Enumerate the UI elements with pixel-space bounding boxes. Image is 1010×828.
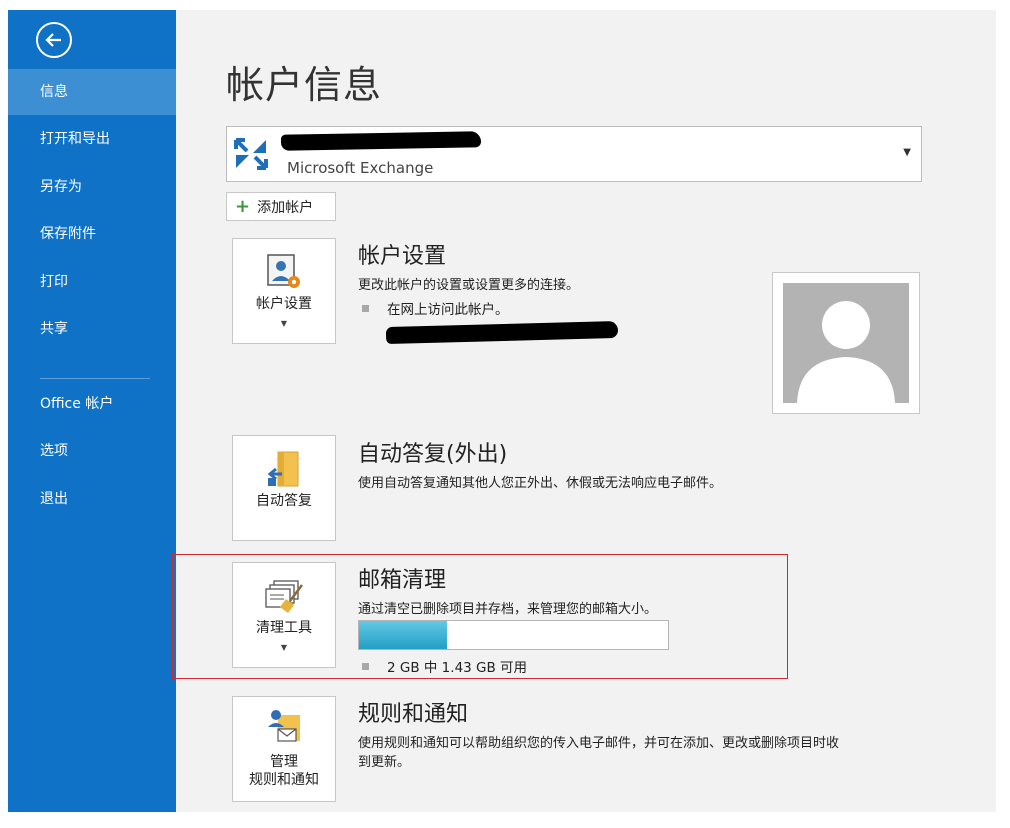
- rules-alerts-title: 规则和通知: [358, 702, 469, 727]
- avatar-placeholder-icon: [797, 301, 895, 403]
- account-type: Microsoft Exchange: [287, 159, 434, 177]
- account-settings-icon: [267, 254, 300, 288]
- manage-rules-button[interactable]: 管理 规则和通知: [232, 696, 336, 802]
- bullet-icon: [362, 304, 369, 312]
- account-info-panel: 帐户信息 Microsoft Exchange ▼ + 添加帐户 帐户设置 ▼ …: [176, 10, 996, 812]
- exchange-logo-icon: [234, 138, 268, 170]
- account-settings-title: 帐户设置: [358, 244, 447, 269]
- nav-divider: [40, 378, 150, 379]
- account-settings-button[interactable]: 帐户设置 ▼: [232, 238, 336, 344]
- auto-reply-tile-label: 自动答复: [256, 493, 312, 509]
- auto-reply-title: 自动答复(外出): [358, 442, 508, 467]
- profile-photo[interactable]: [772, 272, 920, 414]
- backstage-sidebar: 信息 打开和导出 另存为 保存附件 打印 共享 Office 帐户 选项 退出: [8, 10, 176, 812]
- caret-down-icon: ▼: [280, 319, 288, 328]
- nav-item-office-account[interactable]: Office 帐户: [8, 381, 176, 427]
- rules-alerts-desc-2: 到更新。: [358, 755, 411, 770]
- dropdown-arrow-icon: ▼: [903, 147, 911, 158]
- web-access-url-redacted[interactable]: [385, 320, 619, 345]
- nav-item-options[interactable]: 选项: [8, 428, 176, 474]
- nav-item-save-as[interactable]: 另存为: [8, 164, 176, 210]
- highlight-annotation-box: [172, 554, 788, 679]
- nav-item-exit[interactable]: 退出: [8, 476, 176, 522]
- nav-item-save-attachments[interactable]: 保存附件: [8, 211, 176, 257]
- web-access-label: 在网上访问此帐户。: [387, 302, 509, 318]
- page-title: 帐户信息: [226, 63, 383, 107]
- nav-item-info[interactable]: 信息: [8, 69, 176, 115]
- auto-reply-desc: 使用自动答复通知其他人您正外出、休假或无法响应电子邮件。: [358, 476, 723, 491]
- add-account-label: 添加帐户: [257, 199, 314, 216]
- auto-reply-icon: [267, 451, 299, 487]
- nav-item-open-export[interactable]: 打开和导出: [8, 116, 176, 162]
- add-account-button[interactable]: + 添加帐户: [226, 192, 336, 221]
- account-selector[interactable]: Microsoft Exchange ▼: [226, 126, 922, 182]
- nav-item-print[interactable]: 打印: [8, 259, 176, 305]
- plus-icon: +: [235, 195, 251, 217]
- auto-reply-button[interactable]: 自动答复: [232, 435, 336, 541]
- account-settings-desc: 更改此帐户的设置或设置更多的连接。: [358, 278, 580, 293]
- manage-rules-tile-label-1: 管理: [270, 754, 298, 770]
- account-settings-tile-label: 帐户设置: [256, 296, 312, 312]
- account-name-redacted: [280, 131, 482, 151]
- manage-rules-tile-label-2: 规则和通知: [249, 772, 319, 788]
- back-arrow-icon[interactable]: [36, 22, 72, 58]
- rules-alerts-desc-1: 使用规则和通知可以帮助组织您的传入电子邮件，并可在添加、更改或删除项目时收: [358, 736, 840, 751]
- nav-item-share[interactable]: 共享: [8, 306, 176, 352]
- rules-alerts-icon: [268, 710, 300, 742]
- web-access-link-row: 在网上访问此帐户。: [362, 298, 509, 318]
